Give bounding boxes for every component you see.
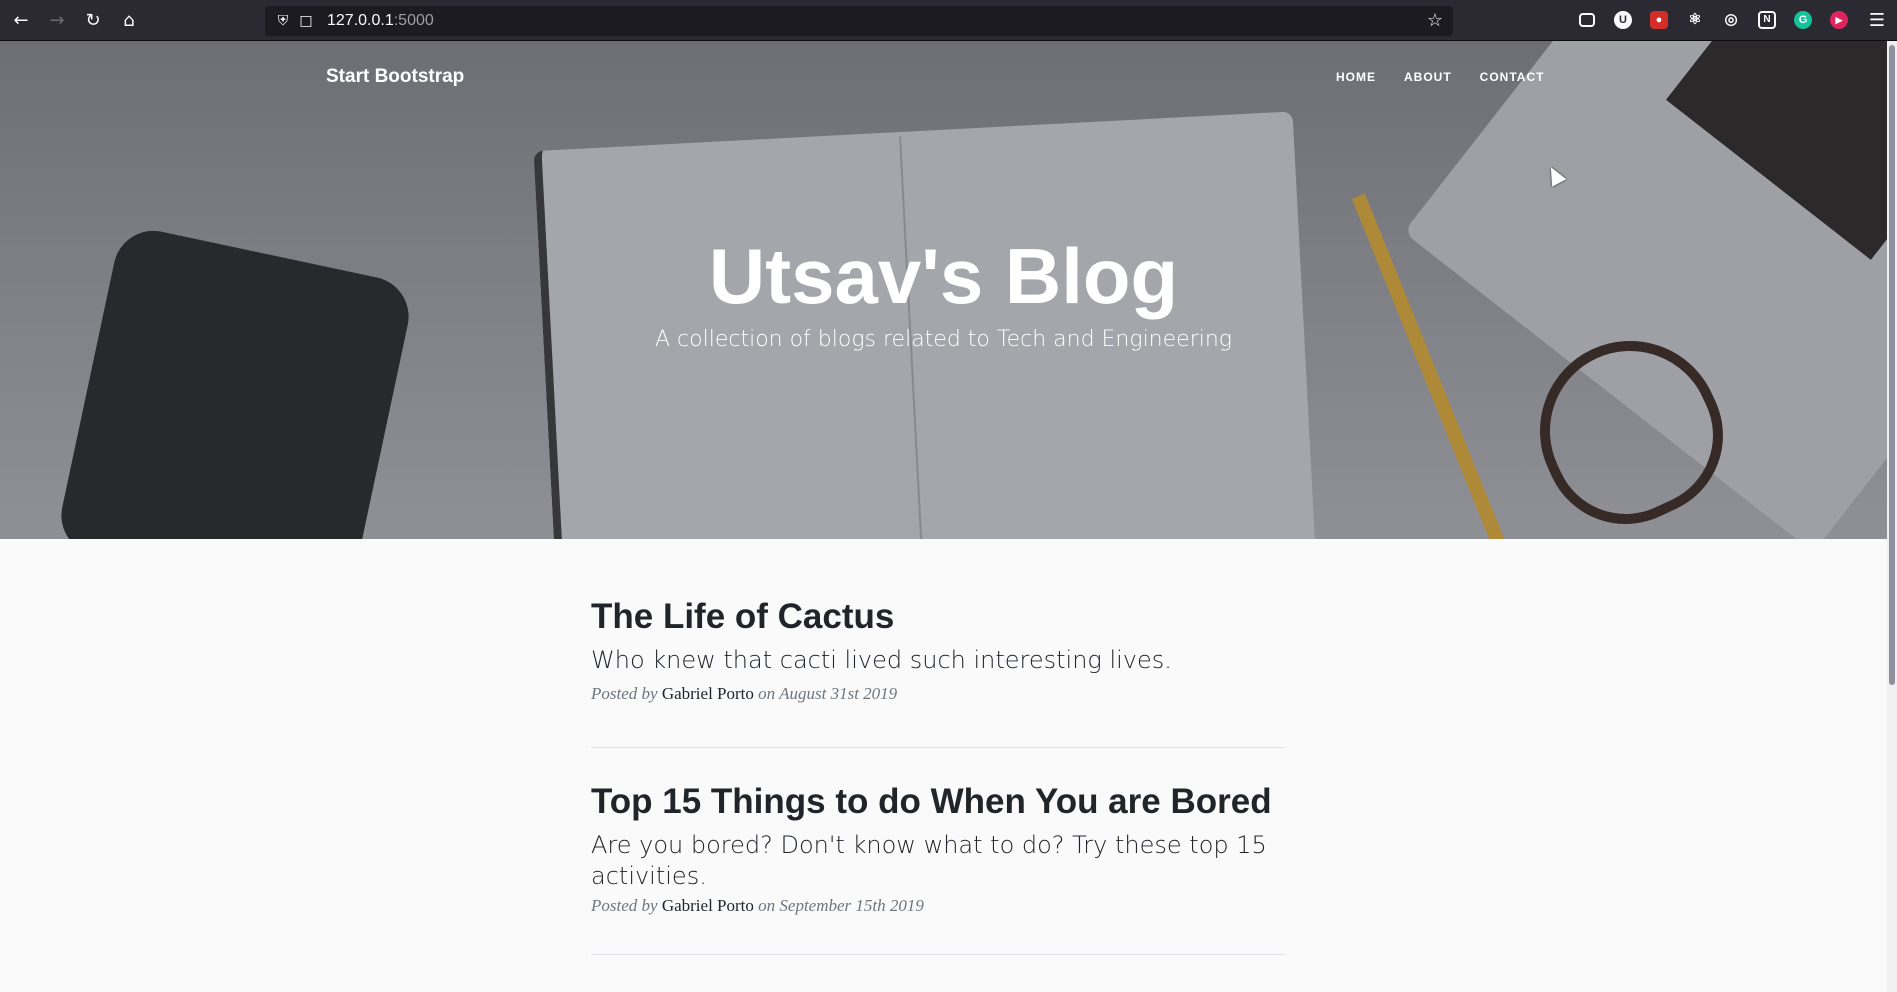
- page-viewport: Start Bootstrap HOME ABOUT CONTACT Utsav…: [0, 41, 1887, 992]
- react-devtools-icon[interactable]: ⚛: [1686, 11, 1704, 29]
- bookmark-star-icon[interactable]: ☆: [1425, 11, 1445, 31]
- hamburger-menu-icon[interactable]: ☰: [1864, 8, 1890, 34]
- post-meta-prefix: Posted by: [591, 684, 658, 703]
- back-icon[interactable]: ←: [8, 8, 34, 34]
- post-date: August 31st 2019: [779, 684, 898, 703]
- ublock-icon[interactable]: U: [1614, 11, 1632, 29]
- post-author-link[interactable]: Gabriel Porto: [662, 896, 754, 915]
- forward-icon[interactable]: →: [44, 8, 70, 34]
- page-scrollbar[interactable]: [1887, 41, 1897, 992]
- post-date: September 15th 2019: [779, 896, 924, 915]
- post-preview[interactable]: The Life of Cactus Who knew that cacti l…: [591, 539, 1286, 748]
- tracking-shield-icon[interactable]: ⛨: [275, 12, 291, 30]
- home-icon[interactable]: ⌂: [116, 8, 142, 34]
- nav-link-home[interactable]: HOME: [1336, 70, 1376, 84]
- post-author-link[interactable]: Gabriel Porto: [662, 684, 754, 703]
- post-subtitle[interactable]: Who knew that cacti lived such interesti…: [591, 645, 1286, 676]
- globe-icon[interactable]: ◎: [1722, 11, 1740, 29]
- url-bar[interactable]: ⛨ □ 127.0.0.1:5000 ☆: [265, 6, 1453, 36]
- url-host: 127.0.0.1: [327, 12, 394, 29]
- navbar-links: HOME ABOUT CONTACT: [1336, 70, 1572, 84]
- recorder-icon[interactable]: ▶: [1830, 11, 1848, 29]
- lastpass-icon[interactable]: ●: [1650, 11, 1668, 29]
- grammarly-icon[interactable]: G: [1794, 11, 1812, 29]
- post-meta: Posted by Gabriel Porto on September 15t…: [591, 896, 1286, 916]
- post-meta-on: on: [758, 896, 776, 915]
- post-meta-prefix: Posted by: [591, 896, 658, 915]
- nav-link-contact[interactable]: CONTACT: [1480, 70, 1545, 84]
- masthead: Start Bootstrap HOME ABOUT CONTACT Utsav…: [0, 41, 1887, 539]
- browser-toolbar: ← → ↻ ⌂ ⛨ □ 127.0.0.1:5000 ☆ U ● ⚛ ◎ N G…: [0, 0, 1897, 41]
- nav-link-about[interactable]: ABOUT: [1404, 70, 1452, 84]
- post-preview[interactable]: Top 15 Things to do When You are Bored A…: [591, 748, 1286, 955]
- post-subtitle[interactable]: Are you bored? Don't know what to do? Tr…: [591, 830, 1286, 892]
- post-title[interactable]: The Life of Cactus: [591, 597, 1286, 637]
- site-subtitle: A collection of blogs related to Tech an…: [655, 327, 1232, 352]
- navbar-brand[interactable]: Start Bootstrap: [326, 66, 464, 88]
- site-title: Utsav's Blog: [708, 232, 1179, 320]
- url-port: :5000: [393, 12, 434, 29]
- notion-icon[interactable]: N: [1758, 11, 1776, 29]
- post-list: The Life of Cactus Who knew that cacti l…: [591, 539, 1286, 955]
- reload-icon[interactable]: ↻: [80, 8, 106, 34]
- post-title[interactable]: Top 15 Things to do When You are Bored: [591, 782, 1286, 822]
- scrollbar-thumb[interactable]: [1889, 45, 1895, 685]
- page-info-icon[interactable]: □: [299, 12, 313, 30]
- pocket-icon[interactable]: [1579, 13, 1595, 27]
- post-meta-on: on: [758, 684, 776, 703]
- post-meta: Posted by Gabriel Porto on August 31st 2…: [591, 684, 1286, 704]
- url-text[interactable]: 127.0.0.1:5000: [327, 12, 434, 30]
